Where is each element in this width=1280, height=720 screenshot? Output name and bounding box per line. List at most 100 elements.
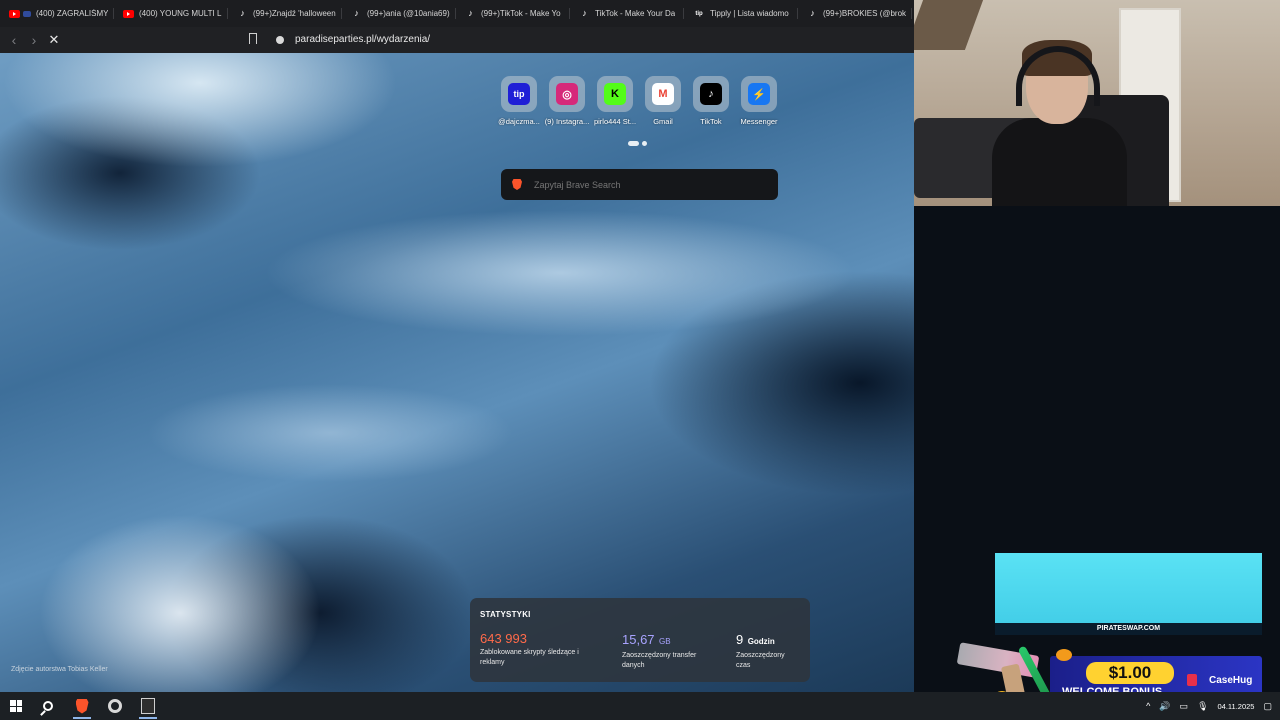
browser-tab[interactable]: (400) ZAGRALIŚMY — [0, 0, 114, 27]
stat-time-desc: Zaoszczędzony czas — [736, 652, 785, 669]
system-date[interactable]: 04.11.2025 — [1218, 702, 1255, 711]
microphone-icon[interactable]: 🎙 — [1197, 701, 1208, 712]
top-site-tile[interactable]: ♪ TikTok — [687, 76, 735, 126]
volume-icon[interactable]: 🔊 — [1159, 701, 1170, 712]
flag-icon — [23, 10, 31, 17]
coin-icon-small — [1056, 649, 1072, 661]
stat-bandwidth-unit: GB — [659, 637, 671, 646]
tile-label: TikTok — [700, 117, 722, 126]
tile-icon-frame: K — [597, 76, 633, 112]
back-button[interactable]: ‹ — [4, 32, 24, 48]
chevron-up-icon[interactable]: ^ — [1146, 701, 1150, 711]
top-site-tile[interactable]: tip @dajczma... — [495, 76, 543, 126]
webcam-overlay — [914, 0, 1280, 206]
stats-widget: STATYSTYKI 643 993 Zablokowane skrypty ś… — [470, 598, 810, 682]
stat-bandwidth: 15,67 GB Zaoszczędzony transfer danych — [622, 631, 712, 671]
chrome-icon — [108, 699, 122, 713]
photo-credit[interactable]: Zdjęcie autorstwa Tobias Keller — [11, 666, 108, 673]
tile-label: (9) Instagra... — [544, 117, 590, 126]
top-site-tile[interactable]: M Gmail — [639, 76, 687, 126]
streamer-body — [992, 118, 1127, 206]
network-icon[interactable]: ▭ — [1180, 701, 1189, 712]
windows-taskbar: ^ 🔊 ▭ 🎙 04.11.2025 ▢ — [0, 692, 1280, 720]
instagram-icon: ◎ — [556, 83, 578, 105]
address-bar[interactable]: paradiseparties.pl/wydarzenia/ — [295, 34, 430, 45]
top-site-tile[interactable]: Kpirlo444 St... — [591, 76, 639, 126]
search-input[interactable] — [532, 178, 756, 191]
taskbar-epic-games[interactable] — [132, 692, 164, 720]
messenger-icon: ⚡ — [748, 83, 770, 105]
tab-label: (99+)TikTok - Make Yo — [481, 9, 561, 18]
kick-icon: K — [604, 83, 626, 105]
search-button[interactable] — [32, 692, 64, 720]
ceiling-beam — [914, 0, 984, 50]
stat-trackers-value: 643 993 — [480, 631, 527, 646]
stat-bandwidth-desc: Zaoszczędzony transfer danych — [622, 652, 697, 669]
tile-icon-frame: tip — [501, 76, 537, 112]
search-box[interactable] — [501, 169, 778, 200]
tab-bar: (400) ZAGRALIŚMY (400) YOUNG MULTI LI ♪ (99… — [0, 0, 914, 27]
tab-label: (400) YOUNG MULTI LI — [139, 9, 222, 18]
stat-time-value: 9 — [736, 632, 744, 647]
pager-dot-2[interactable] — [642, 141, 647, 146]
tab-label: (400) ZAGRALIŚMY — [36, 9, 108, 18]
browser-tab[interactable]: ♪ (99+)BROKIES (@broki — [798, 0, 912, 27]
sponsor-ad-banner: PIRATESWAP.COM — [995, 553, 1262, 635]
browser-tab[interactable]: ♪ (99+)TikTok - Make Yo — [456, 0, 570, 27]
epic-games-icon — [141, 698, 155, 714]
tiktok-icon: ♪ — [700, 83, 722, 105]
system-tray: ^ 🔊 ▭ 🎙 04.11.2025 ▢ — [1146, 692, 1272, 720]
top-site-tile[interactable]: ⚡ Messenger — [735, 76, 783, 126]
site-info-icon[interactable] — [276, 36, 284, 44]
youtube-icon — [9, 9, 20, 18]
brave-icon — [75, 698, 89, 714]
stop-loading-button[interactable]: ✕ — [44, 32, 64, 48]
browser-tab[interactable]: ♪ TikTok - Make Your Da — [570, 0, 684, 27]
tile-label: Messenger — [740, 117, 778, 126]
taskbar-brave[interactable] — [66, 692, 98, 720]
tile-icon-frame: M — [645, 76, 681, 112]
browser-window: (400) ZAGRALIŚMY (400) YOUNG MULTI LI ♪ (99… — [0, 0, 914, 692]
bookmark-icon[interactable] — [249, 33, 257, 47]
top-sites-pager[interactable] — [628, 141, 647, 146]
tab-label: TikTok - Make Your Da — [595, 9, 676, 18]
browser-tab[interactable]: (400) YOUNG MULTI LI — [114, 0, 228, 27]
bonus-brand: CaseHug — [1209, 675, 1253, 686]
tipply-icon: tip — [508, 83, 530, 105]
start-button[interactable] — [0, 692, 32, 720]
browser-tab[interactable]: ♪ (99+)ania (@10ania69) — [342, 0, 456, 27]
tile-label: Gmail — [653, 117, 673, 126]
tile-label: @dajczma... — [498, 117, 540, 126]
taskbar-chrome[interactable] — [99, 692, 131, 720]
forward-button[interactable]: › — [24, 32, 44, 48]
stat-time: 9 Godzin Zaoszczędzony czas — [736, 631, 796, 671]
stat-time-unit: Godzin — [747, 637, 775, 646]
ad-brand: PIRATESWAP.COM — [995, 623, 1262, 635]
tile-icon-frame: ◎ — [549, 76, 585, 112]
stat-bandwidth-value: 15,67 — [622, 632, 655, 647]
tile-label: pirlo444 St... — [593, 117, 637, 126]
tab-label: (99+)BROKIES (@broki — [823, 9, 906, 18]
tab-label: (99+)ania (@10ania69) — [367, 9, 450, 18]
browser-tab[interactable]: ♪ (99+)Znajdź 'halloween — [228, 0, 342, 27]
stat-trackers: 643 993 Zablokowane skrypty śledzące i r… — [480, 631, 600, 668]
tiktok-icon: ♪ — [354, 8, 359, 18]
notification-icon[interactable]: ▢ — [1263, 701, 1272, 712]
tile-icon-frame: ♪ — [693, 76, 729, 112]
top-sites: tip @dajczma... ◎ (9) Instagra... Kpirlo444 … — [495, 76, 783, 126]
stats-title: STATYSTYKI — [480, 610, 531, 619]
stat-trackers-desc: Zablokowane skrypty śledzące i reklamy — [480, 649, 579, 666]
youtube-icon — [123, 9, 134, 18]
tiktok-icon: ♪ — [240, 8, 245, 18]
tiktok-icon: ♪ — [810, 8, 815, 18]
windows-icon — [10, 700, 22, 712]
browser-tab[interactable]: tip Tipply | Lista wiadomo — [684, 0, 798, 27]
tiktok-icon: ♪ — [468, 8, 473, 18]
pager-dot-1[interactable] — [628, 141, 639, 146]
bonus-amount: $1.00 — [1086, 662, 1174, 684]
top-site-tile[interactable]: ◎ (9) Instagra... — [543, 76, 591, 126]
tipply-icon: tip — [695, 10, 703, 17]
tab-label: (99+)Znajdź 'halloween — [253, 9, 336, 18]
search-icon — [43, 701, 53, 711]
tile-icon-frame: ⚡ — [741, 76, 777, 112]
